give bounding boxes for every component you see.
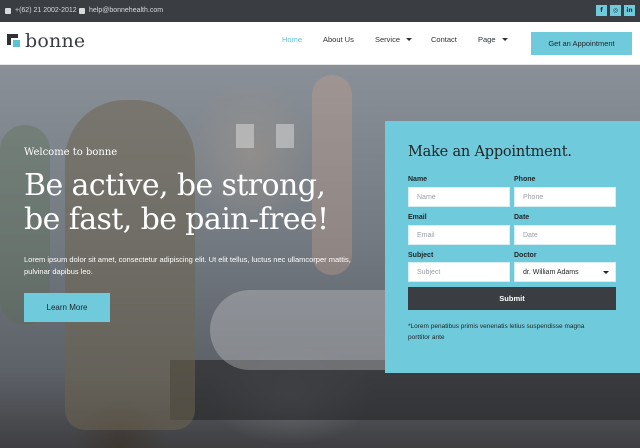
chevron-down-icon [603, 270, 609, 274]
phone-contact[interactable]: +(62) 21 2002-2012 [5, 7, 77, 14]
hero-welcome: Welcome to bonne [24, 147, 118, 158]
site-header: bonne Home About Us Service Contact Page… [0, 22, 640, 65]
hero-description: Lorem ipsum dolor sit amet, consectetur … [24, 255, 351, 276]
subject-label: Subject [408, 252, 434, 259]
nav-home[interactable]: Home [282, 35, 302, 44]
chevron-down-icon [406, 37, 413, 41]
form-note: *Lorem penatibus primis venenatis letius… [408, 323, 585, 341]
nav-contact[interactable]: Contact [431, 35, 457, 44]
doctor-select-value: dr. William Adams [523, 268, 579, 276]
name-field[interactable]: Name [408, 187, 510, 207]
nav-about-us-label: About Us [323, 34, 354, 44]
email-label: Email [408, 214, 427, 221]
logo-text: bonne [25, 30, 86, 52]
doctor-label: Doctor [514, 252, 537, 259]
nav-page-label: Page [478, 34, 496, 44]
phone-icon [5, 7, 11, 14]
doctor-select[interactable]: dr. William Adams [514, 262, 616, 282]
phone-label: Phone [514, 176, 536, 183]
mail-icon [79, 7, 85, 14]
linkedin-icon[interactable]: in [624, 5, 635, 16]
nav-page[interactable]: Page [478, 35, 508, 44]
nav-home-label: Home [282, 34, 303, 44]
phone-text: +(62) 21 2002-2012 [15, 7, 77, 14]
logo-mark-icon [7, 34, 22, 49]
chevron-down-icon [501, 37, 508, 41]
nav-service-label: Service [375, 34, 401, 44]
hero-section: Welcome to bonne Be active, be strong, b… [0, 65, 640, 448]
email-field[interactable]: Email [408, 225, 510, 245]
get-appointment-button[interactable]: Get an Appointment [531, 32, 632, 55]
subject-field[interactable]: Subject [408, 262, 510, 282]
hero-photo-frame [236, 124, 254, 148]
hero-headline: Be active, be strong, be fast, be pain-f… [24, 168, 329, 237]
appointment-form: Make an Appointment. Name Name Phone Pho… [385, 121, 640, 373]
nav-about-us[interactable]: About Us [323, 35, 354, 44]
nav-contact-label: Contact [431, 34, 457, 44]
facebook-icon[interactable]: f [596, 5, 607, 16]
submit-button[interactable]: Submit [408, 287, 616, 310]
logo[interactable]: bonne [7, 32, 85, 51]
form-title: Make an Appointment. [408, 144, 572, 160]
phone-field[interactable]: Phone [514, 187, 616, 207]
date-label: Date [514, 214, 530, 221]
email-contact[interactable]: help@bonnehealth.com [79, 7, 163, 14]
email-text: help@bonnehealth.com [89, 7, 164, 14]
instagram-icon[interactable]: ◎ [610, 5, 621, 16]
social-links: f ◎ in [596, 5, 635, 16]
date-field[interactable]: Date [514, 225, 616, 245]
hero-photo-frame [276, 124, 294, 148]
nav-service[interactable]: Service [375, 34, 413, 44]
learn-more-button[interactable]: Learn More [24, 293, 110, 322]
top-bar: +(62) 21 2002-2012 help@bonnehealth.com … [0, 0, 640, 22]
name-label: Name [408, 176, 428, 183]
